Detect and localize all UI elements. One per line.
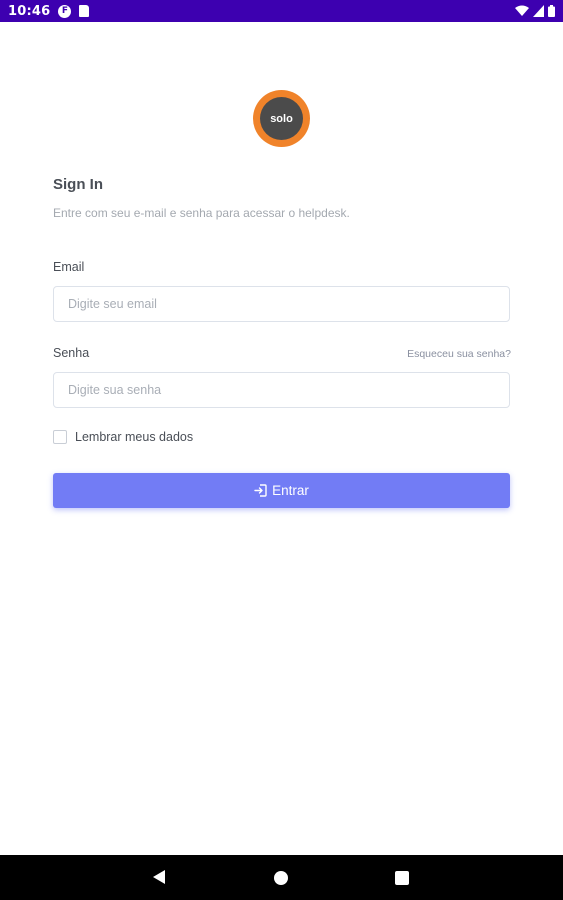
remember-me[interactable]: Lembrar meus dados: [53, 430, 193, 444]
login-screen: solo Sign In Entre com seu e-mail e senh…: [0, 22, 563, 855]
forgot-password-link[interactable]: Esqueceu sua senha?: [407, 348, 511, 360]
remember-checkbox[interactable]: [53, 430, 67, 444]
battery-icon: [548, 5, 555, 17]
status-left: 10:46 F: [8, 3, 90, 19]
page-subtitle: Entre com seu e-mail e senha para acessa…: [53, 206, 350, 220]
solo-logo: solo: [253, 90, 310, 147]
recents-icon[interactable]: [395, 871, 409, 885]
status-time: 10:46: [8, 3, 51, 19]
home-icon[interactable]: [274, 871, 288, 885]
email-label: Email: [53, 260, 85, 274]
logo-inner: solo: [260, 97, 303, 140]
cell-signal-icon: [533, 5, 544, 17]
password-label: Senha: [53, 346, 90, 360]
remember-label: Lembrar meus dados: [75, 430, 194, 444]
login-button[interactable]: Entrar: [53, 473, 510, 508]
f-app-icon: F: [58, 4, 72, 18]
system-nav-bar: [0, 855, 563, 900]
password-input[interactable]: [53, 372, 510, 408]
sd-card-icon: [79, 5, 90, 17]
login-icon: [254, 484, 267, 497]
page-title: Sign In: [53, 176, 103, 193]
login-button-label: Entrar: [272, 483, 309, 498]
logo-text: solo: [270, 112, 293, 125]
status-right: [515, 5, 555, 17]
status-bar: 10:46 F: [0, 0, 563, 22]
back-icon[interactable]: [152, 869, 166, 885]
wifi-icon: [515, 5, 529, 16]
email-input[interactable]: [53, 286, 510, 322]
